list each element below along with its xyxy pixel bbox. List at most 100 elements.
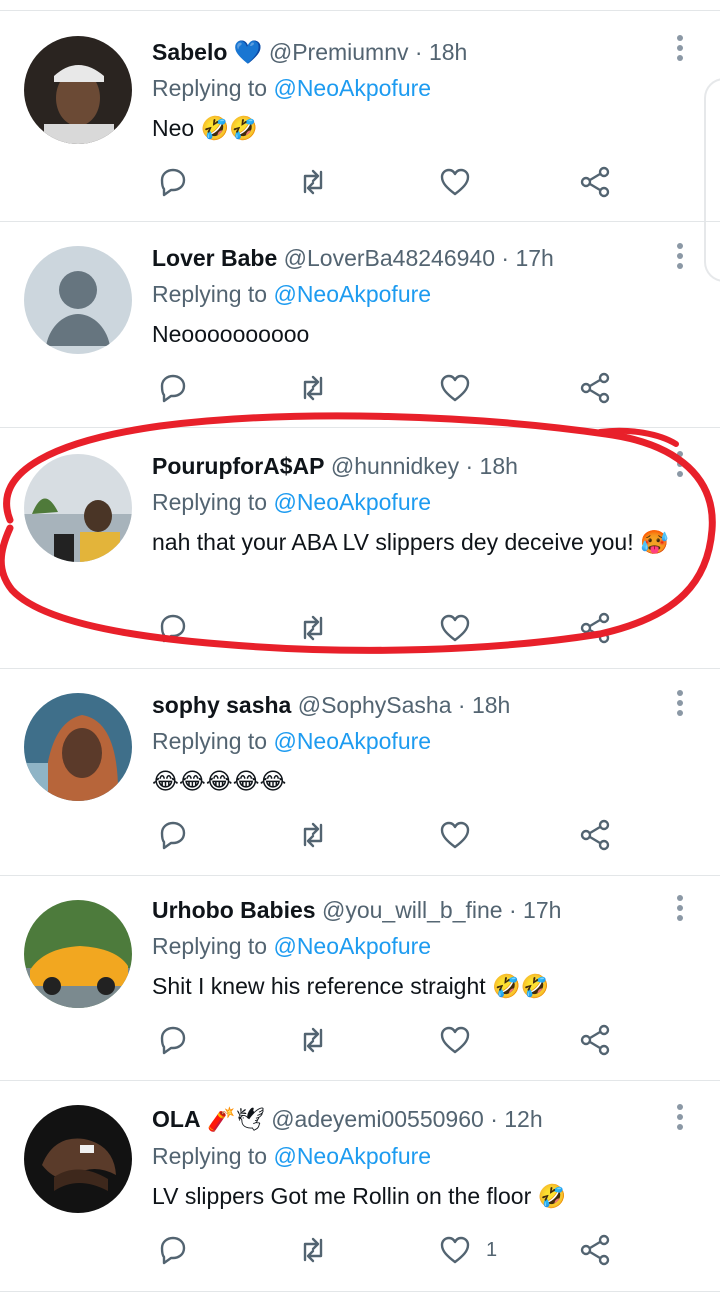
replying-to-label: Replying to [152,933,268,959]
replying-to-link[interactable]: @NeoAkpofure [273,728,431,754]
like-button[interactable] [438,1022,486,1058]
share-icon [580,819,610,851]
share-button[interactable] [578,1022,612,1058]
tweet-header: Sabelo 💙 @Premiumnv · 18h [152,38,467,67]
heart-icon [440,1026,470,1054]
replying-to: Replying to @NeoAkpofure [152,280,431,308]
retweet-icon [303,615,323,641]
more-options-icon[interactable] [668,242,692,270]
display-name[interactable]: sophy sasha [152,692,291,718]
avatar[interactable] [24,1105,132,1213]
replying-to-link[interactable]: @NeoAkpofure [273,489,431,515]
reply-button[interactable] [156,1022,190,1058]
name-badge-blue-heart: 💙 [233,40,263,66]
timestamp[interactable]: · 18h [415,39,467,65]
display-name[interactable]: Lover Babe [152,245,277,271]
retweet-icon [303,375,323,401]
tweet-text: Shit I knew his reference straight 🤣🤣 [152,973,550,999]
replying-to-label: Replying to [152,728,268,754]
timestamp[interactable]: · 18h [458,692,510,718]
tweet-text: Neoooooooooo [152,321,310,347]
retweet-button[interactable] [296,1022,330,1058]
handle[interactable]: @SophySasha [298,692,452,718]
like-count: 1 [486,1238,498,1261]
share-button[interactable] [578,1232,612,1268]
retweet-button[interactable] [296,1232,330,1268]
handle[interactable]: @LoverBa48246940 [284,245,495,271]
display-name[interactable]: Sabelo [152,39,227,65]
display-name[interactable]: PourupforA$AP [152,453,325,479]
reply-icon [160,1026,186,1055]
share-button[interactable] [578,610,612,646]
reply-icon [160,821,186,850]
heart-icon [440,614,470,642]
reply-button[interactable] [156,1232,190,1268]
retweet-button[interactable] [296,817,330,853]
tweet-header: Urhobo Babies @you_will_b_fine · 17h [152,896,561,925]
retweet-button[interactable] [296,164,330,200]
avatar[interactable] [24,36,132,144]
replying-to: Replying to @NeoAkpofure [152,1142,431,1170]
reply-button[interactable] [156,370,190,406]
retweet-button[interactable] [296,610,330,646]
tweet-reply[interactable]: PourupforA$AP @hunnidkey · 18h Replying … [0,428,720,669]
replying-to-label: Replying to [152,1143,268,1169]
tweet-header: OLA 🧨🕊 @adeyemi00550960 · 12h [152,1105,543,1134]
timestamp[interactable]: · 17h [501,245,553,271]
reply-button[interactable] [156,817,190,853]
retweet-icon [303,169,323,195]
avatar[interactable] [24,454,132,562]
replying-to: Replying to @NeoAkpofure [152,932,431,960]
more-options-icon[interactable] [668,689,692,717]
replying-to: Replying to @NeoAkpofure [152,74,431,102]
share-icon [580,372,610,404]
tweet-actions [152,610,632,646]
timestamp[interactable]: · 18h [466,453,518,479]
heart-icon [440,1236,470,1264]
tweet-reply[interactable]: OLA 🧨🕊 @adeyemi00550960 · 12h Replying t… [0,1081,720,1302]
tweet-reply[interactable]: Sabelo 💙 @Premiumnv · 18h Replying to @N… [0,0,720,222]
like-button[interactable] [438,164,486,200]
handle[interactable]: @you_will_b_fine [322,897,503,923]
tweet-header: sophy sasha @SophySasha · 18h [152,691,510,720]
more-options-icon[interactable] [668,894,692,922]
timestamp[interactable]: · 17h [509,897,561,923]
like-button[interactable]: 1 [438,1232,497,1268]
tweet-reply[interactable]: sophy sasha @SophySasha · 18h Replying t… [0,669,720,876]
more-options-icon[interactable] [668,450,692,478]
tweet-header: PourupforA$AP @hunnidkey · 18h [152,452,518,481]
display-name[interactable]: OLA [152,1106,201,1132]
handle[interactable]: @hunnidkey [331,453,459,479]
replying-to-link[interactable]: @NeoAkpofure [273,281,431,307]
more-options-icon[interactable] [668,34,692,62]
share-icon [580,1024,610,1056]
tweet-reply[interactable]: Lover Babe @LoverBa48246940 · 17h Replyi… [0,222,720,428]
replying-to-link[interactable]: @NeoAkpofure [273,933,431,959]
handle[interactable]: @Premiumnv [269,39,409,65]
share-button[interactable] [578,817,612,853]
retweet-icon [303,1027,323,1053]
handle[interactable]: @adeyemi00550960 [271,1106,484,1132]
avatar[interactable] [24,693,132,801]
retweet-icon [303,1237,323,1263]
timestamp[interactable]: · 12h [490,1106,542,1132]
divider [0,1291,720,1292]
reply-button[interactable] [156,164,190,200]
like-button[interactable] [438,370,486,406]
share-button[interactable] [578,164,612,200]
heart-icon [440,168,470,196]
like-button[interactable] [438,610,486,646]
replying-to-link[interactable]: @NeoAkpofure [273,1143,431,1169]
like-button[interactable] [438,817,486,853]
tweet-reply[interactable]: Urhobo Babies @you_will_b_fine · 17h Rep… [0,876,720,1081]
retweet-button[interactable] [296,370,330,406]
share-button[interactable] [578,370,612,406]
replying-to-link[interactable]: @NeoAkpofure [273,75,431,101]
avatar[interactable] [24,246,132,354]
avatar[interactable] [24,900,132,1008]
reply-button[interactable] [156,610,190,646]
display-name[interactable]: Urhobo Babies [152,897,316,923]
share-icon [580,612,610,644]
heart-icon [440,821,470,849]
more-options-icon[interactable] [668,1103,692,1131]
